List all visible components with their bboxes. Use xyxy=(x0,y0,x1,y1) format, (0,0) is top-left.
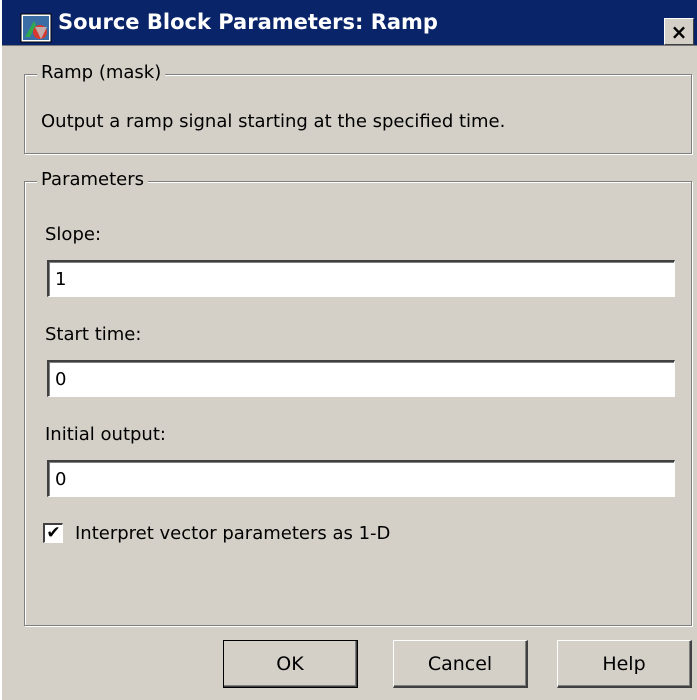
interpret-vector-label: Interpret vector parameters as 1-D xyxy=(75,522,391,544)
simulink-block-icon xyxy=(20,13,52,43)
help-button-label: Help xyxy=(602,652,646,675)
initial-output-label: Initial output: xyxy=(45,424,166,445)
parameters-legend: Parameters xyxy=(37,169,149,190)
dialog-window: Source Block Parameters: Ramp × Ramp (ma… xyxy=(0,0,697,700)
interpret-vector-checkbox[interactable]: ✔ xyxy=(43,523,63,543)
slope-label: Slope: xyxy=(45,224,102,245)
help-button[interactable]: Help xyxy=(557,640,692,688)
ok-button-label: OK xyxy=(276,652,304,675)
window-title: Source Block Parameters: Ramp xyxy=(58,10,438,34)
start-time-label: Start time: xyxy=(45,324,142,345)
ok-button[interactable]: OK xyxy=(223,640,358,688)
parameters-groupbox: Parameters Slope: Start time: Initial ou… xyxy=(24,169,692,626)
close-button[interactable]: × xyxy=(664,18,694,45)
mask-legend: Ramp (mask) xyxy=(37,62,166,83)
cancel-button-label: Cancel xyxy=(427,652,493,675)
initial-output-input[interactable] xyxy=(47,460,675,497)
slope-input[interactable] xyxy=(47,260,675,297)
title-bar[interactable]: Source Block Parameters: Ramp × xyxy=(2,0,697,46)
start-time-input[interactable] xyxy=(47,360,675,397)
cancel-button[interactable]: Cancel xyxy=(393,640,528,688)
mask-groupbox: Ramp (mask) Output a ramp signal startin… xyxy=(24,62,692,154)
close-icon: × xyxy=(670,19,688,44)
mask-description: Output a ramp signal starting at the spe… xyxy=(41,111,506,132)
checkmark-icon: ✔ xyxy=(46,523,61,543)
interpret-vector-row[interactable]: ✔ Interpret vector parameters as 1-D xyxy=(43,522,390,544)
